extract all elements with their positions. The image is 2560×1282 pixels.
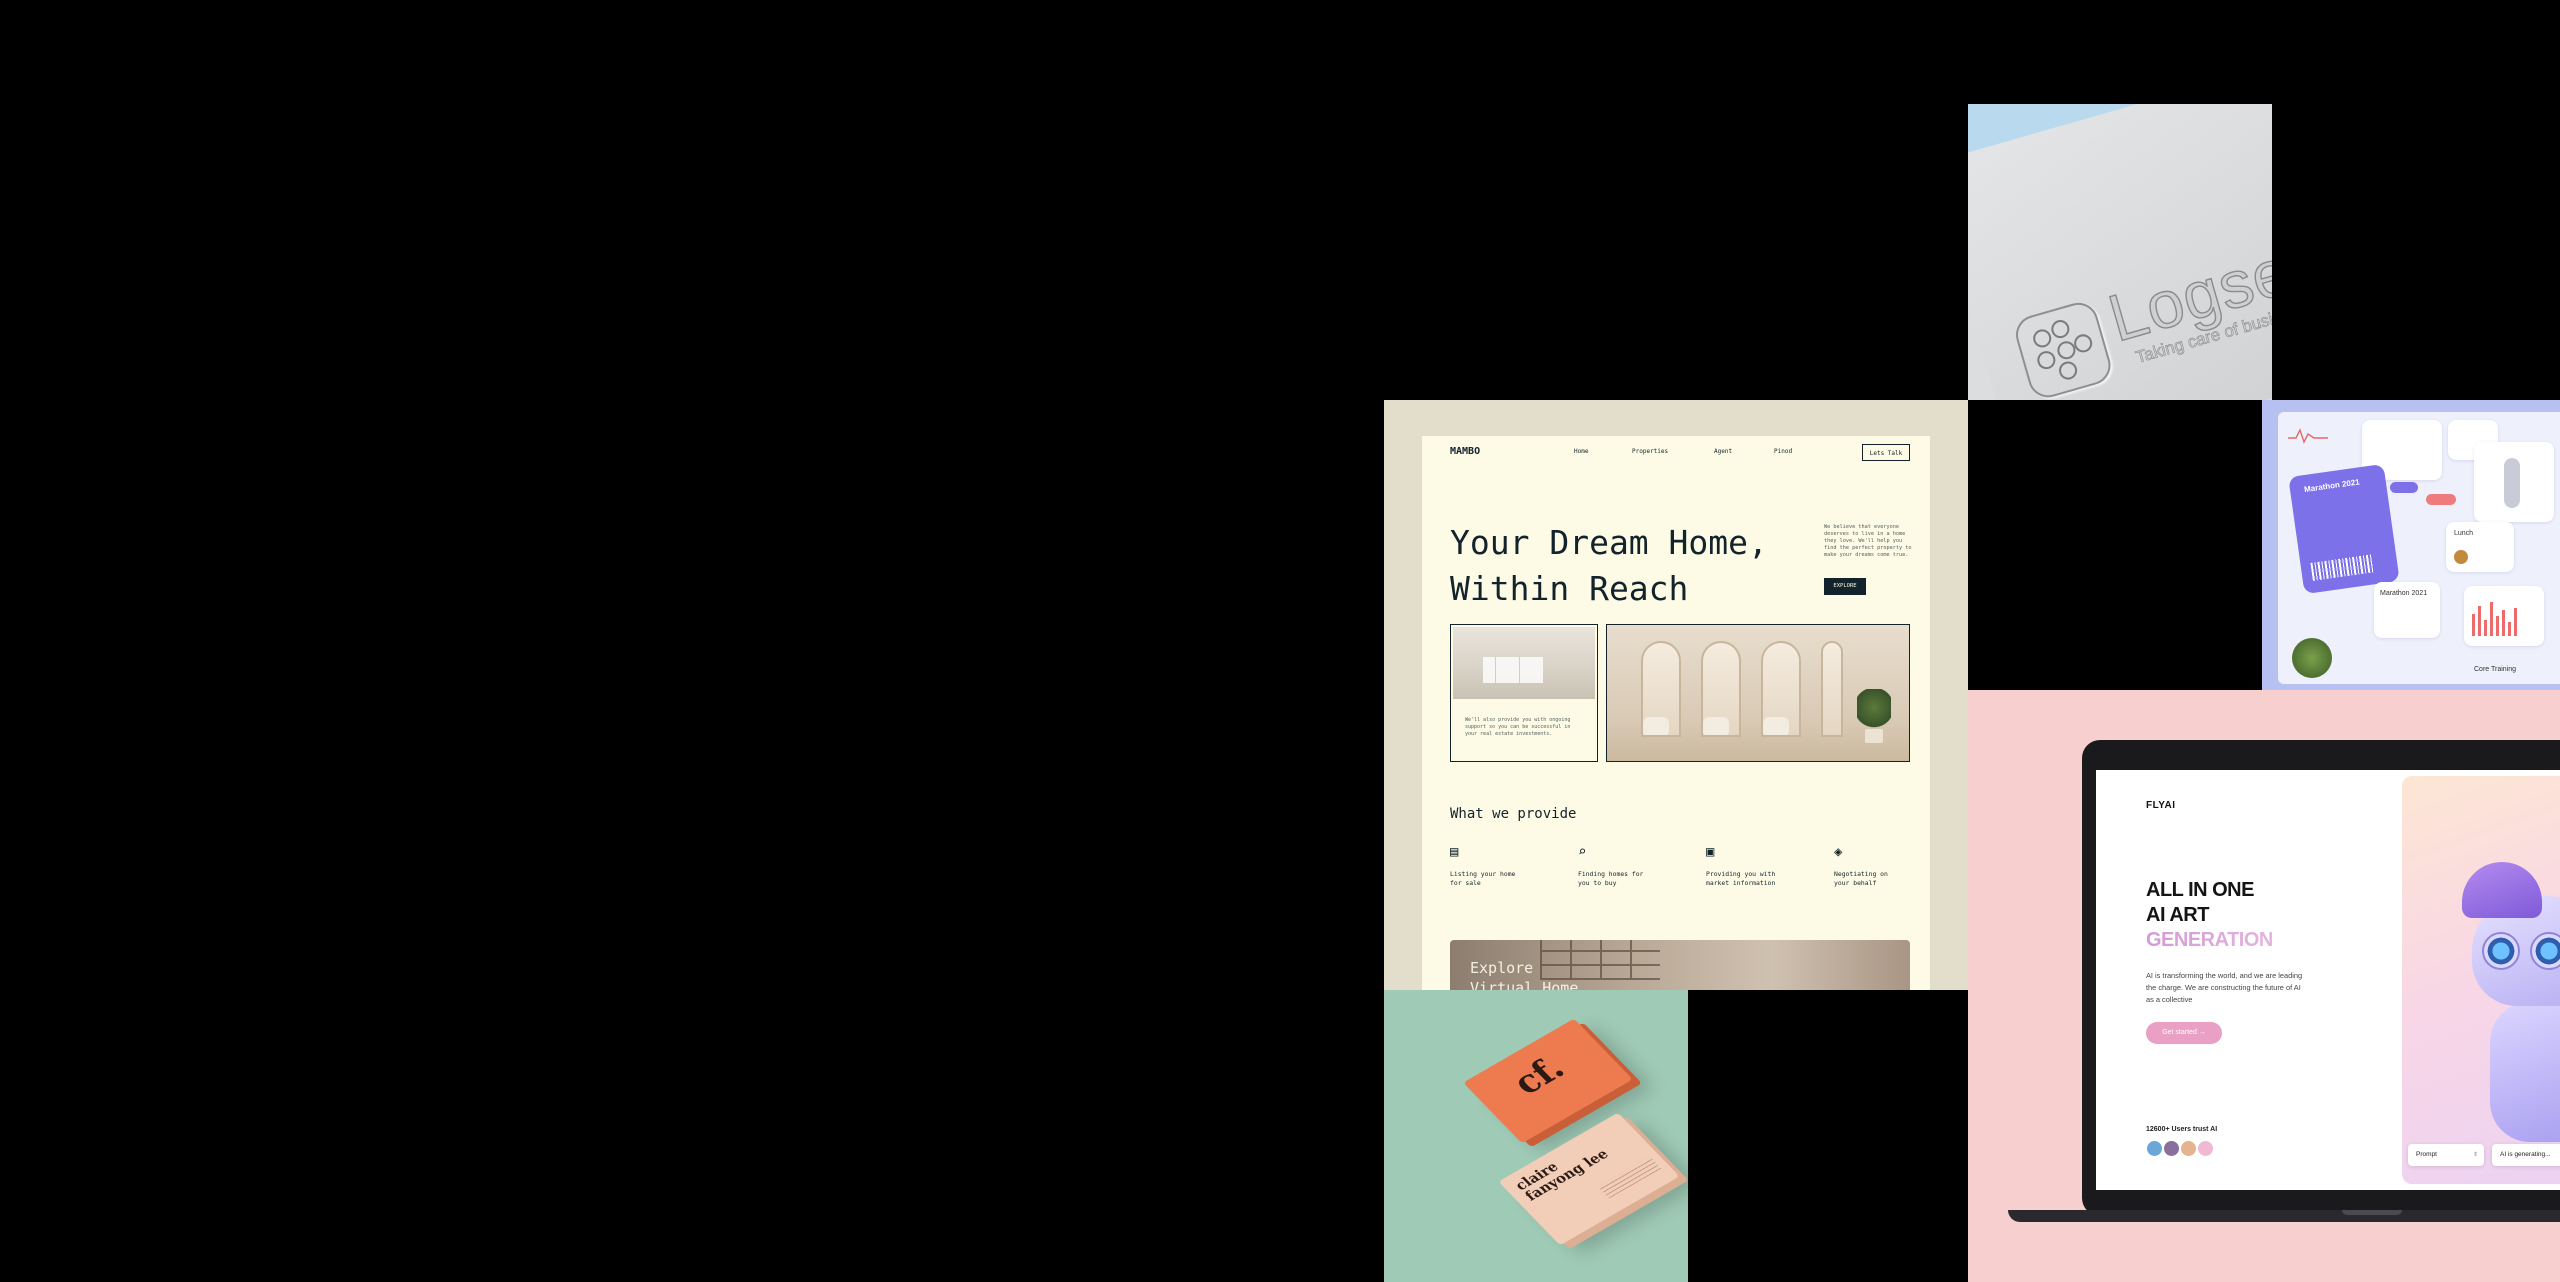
service-market-info[interactable]: ▣ Providing you with market information	[1706, 844, 1786, 888]
flyai-logo[interactable]: FLYAI	[2146, 800, 2176, 811]
card-name: claire fanyong lee	[1512, 1146, 1613, 1205]
robot-artwork	[2402, 776, 2560, 1184]
service-negotiating[interactable]: ◈ Negotiating on your behalf	[1834, 844, 1914, 888]
banner-title: Explore Virtual Home	[1470, 959, 1579, 990]
body-figure-icon	[2504, 458, 2520, 508]
avatar	[2180, 1140, 2198, 1157]
service-label: Finding homes for you to buy	[1578, 870, 1644, 887]
section-title: What we provide	[1450, 806, 1577, 822]
activity-chart-card	[2464, 586, 2544, 646]
robot-eye	[2482, 932, 2520, 970]
headline-line-1: ALL IN ONE	[2146, 879, 2254, 901]
lunch-card: Lunch	[2446, 522, 2514, 572]
hero-heading: Your Dream Home, Within Reach	[1450, 523, 1768, 608]
chevron-updown-icon: ⇕	[2472, 1152, 2478, 1158]
bar-chart-icon	[2472, 602, 2517, 636]
lunch-label: Lunch	[2454, 530, 2474, 537]
core-training-label: Core Training	[2474, 666, 2517, 673]
mambo-website-tile[interactable]: MAMBO Home Properties Agent Pinod Lets T…	[1384, 400, 1968, 990]
flyai-headline: ALL IN ONE AI ART GENERATION	[2146, 878, 2273, 953]
explore-button[interactable]: EXPLORE	[1824, 578, 1866, 595]
headline-line-2: AI ART	[2146, 904, 2209, 926]
chart-icon: ▣	[1706, 844, 1715, 860]
laptop-notch	[2342, 1210, 2402, 1215]
barcode-icon	[2310, 554, 2375, 581]
lets-talk-button[interactable]: Lets Talk	[1862, 444, 1910, 461]
heart-rate-icon	[2288, 428, 2328, 444]
time-pill[interactable]	[2426, 494, 2456, 505]
logseq-mockup-tile[interactable]: Logseq Taking care of business	[1968, 104, 2272, 400]
kitchen-caption: We'll also provide you with ongoing supp…	[1465, 717, 1571, 737]
service-label: Providing you with market information	[1706, 870, 1776, 887]
prompt-select[interactable]: Prompt ⇕	[2408, 1144, 2484, 1166]
business-card-tile[interactable]: cf. claire fanyong lee	[1384, 990, 1688, 1282]
body-card	[2474, 442, 2554, 522]
robot-eye	[2530, 932, 2560, 970]
generating-status: AI is generating...	[2492, 1144, 2560, 1166]
laptop-screen: FLYAI ALL IN ONE AI ART GENERATION AI is…	[2096, 770, 2560, 1190]
nav-pinod[interactable]: Pinod	[1774, 448, 1792, 455]
laptop-base	[2008, 1210, 2560, 1222]
marathon-card: Marathon 2021	[2374, 582, 2440, 638]
kitchen-card: We'll also provide you with ongoing supp…	[1450, 624, 1598, 762]
fitness-dashboard-tile[interactable]: Marathon 2021 Lunch Marathon 2021 Core T…	[2262, 400, 2560, 690]
dashboard-canvas: Marathon 2021 Lunch Marathon 2021 Core T…	[2278, 412, 2560, 684]
ticket-title: Marathon 2021	[2303, 477, 2361, 495]
avatar	[2146, 1140, 2163, 1157]
document-icon: ▤	[1450, 844, 1459, 860]
get-started-button[interactable]: Get started →	[2146, 1022, 2222, 1044]
nav-home[interactable]: Home	[1574, 448, 1588, 455]
mambo-page: MAMBO Home Properties Agent Pinod Lets T…	[1422, 436, 1930, 990]
food-avatar	[2454, 550, 2468, 564]
avatar	[2163, 1140, 2181, 1157]
salad-image	[2292, 638, 2332, 678]
cf-logo: cf.	[1504, 1049, 1574, 1103]
nav-properties[interactable]: Properties	[1632, 448, 1668, 455]
kitchen-photo	[1453, 627, 1595, 699]
marathon-ticket[interactable]: Marathon 2021	[2288, 463, 2400, 595]
marathon-card-title: Marathon 2021	[2380, 590, 2428, 597]
flyai-subtitle: AI is transforming the world, and we are…	[2146, 971, 2303, 1004]
user-avatars	[2146, 1140, 2215, 1157]
users-trust-label: 12600+ Users trust AI	[2146, 1126, 2218, 1133]
mambo-logo[interactable]: MAMBO	[1450, 446, 1480, 457]
service-label: Listing your home for sale	[1450, 870, 1516, 887]
living-room-photo	[1606, 624, 1910, 762]
prompt-label: Prompt	[2416, 1151, 2437, 1158]
avatar	[2197, 1140, 2215, 1157]
service-label: Negotiating on your behalf	[1834, 870, 1888, 887]
service-finding[interactable]: ⌕ Finding homes for you to buy	[1578, 844, 1658, 888]
nav-agent[interactable]: Agent	[1714, 448, 1732, 455]
flyai-laptop-tile[interactable]: FLYAI ALL IN ONE AI ART GENERATION AI is…	[1968, 690, 2560, 1282]
coins-icon: ◈	[1834, 844, 1843, 860]
card-details	[1597, 1156, 1662, 1199]
search-home-icon: ⌕	[1578, 844, 1587, 860]
day-pill[interactable]	[2390, 482, 2418, 493]
headline-line-3: GENERATION	[2146, 929, 2273, 951]
virtual-home-banner[interactable]: Explore Virtual Home	[1450, 940, 1910, 990]
service-listing[interactable]: ▤ Listing your home for sale	[1450, 844, 1530, 888]
hero-blurb: We believe that everyone deserves to liv…	[1824, 524, 1912, 558]
